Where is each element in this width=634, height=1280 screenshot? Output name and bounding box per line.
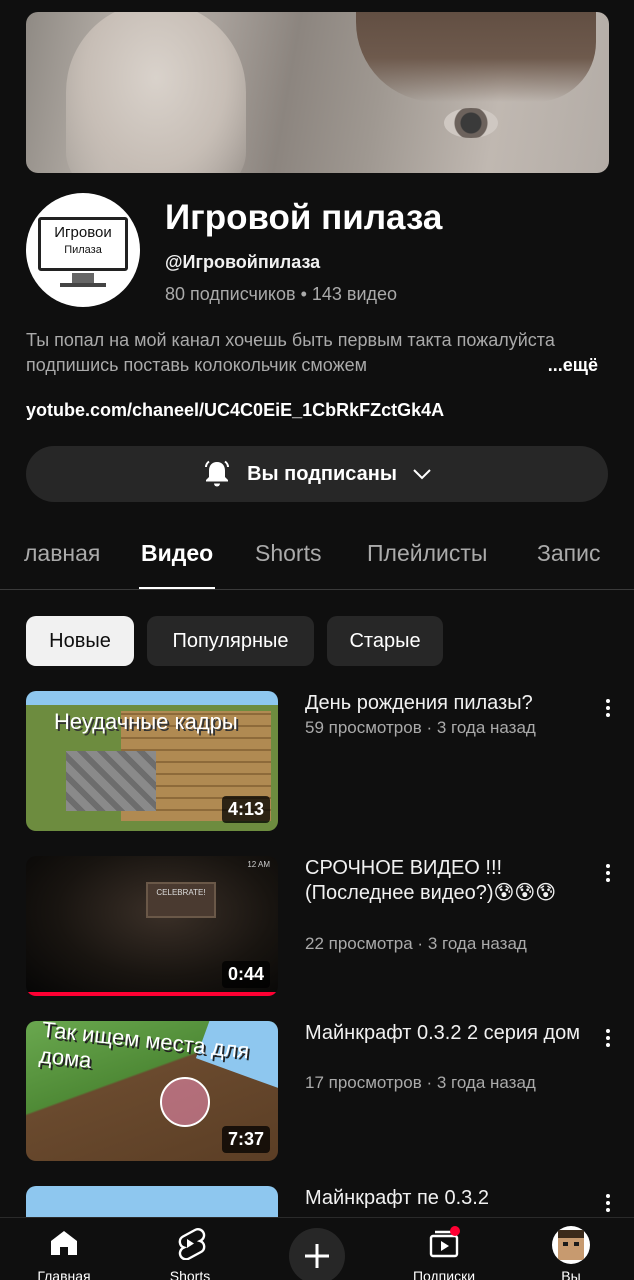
avatar-base — [60, 283, 106, 287]
video-title[interactable]: День рождения пилазы? — [305, 691, 585, 716]
more-vert-icon[interactable] — [600, 862, 616, 886]
video-duration: 7:37 — [221, 1126, 270, 1153]
tab-underline — [139, 587, 215, 589]
tab-home[interactable]: лавная — [24, 540, 100, 567]
channel-stats: 80 подписчиков • 143 видео — [165, 284, 398, 304]
video-duration: 4:13 — [221, 796, 270, 823]
video-title[interactable]: Майнкрафт 0.3.2 2 серия дом — [305, 1021, 585, 1046]
banner-hair — [356, 12, 596, 102]
bottom-nav: Главная Shorts Подписки Вы — [0, 1217, 634, 1280]
banner-eye — [444, 108, 498, 138]
avatar-text-1: Игровои — [54, 224, 112, 241]
avatar-monitor: Игровои Пилаза — [38, 217, 128, 271]
avatar-eye — [574, 1242, 579, 1246]
more-vert-icon[interactable] — [600, 1192, 616, 1216]
shorts-icon — [178, 1228, 206, 1260]
more-vert-icon[interactable] — [600, 1027, 616, 1051]
nav-shorts-label: Shorts — [169, 1268, 211, 1280]
more-vert-icon[interactable] — [600, 697, 616, 721]
thumb-sign: CELEBRATE! — [146, 882, 216, 918]
tab-posts[interactable]: Запис — [537, 540, 601, 567]
nav-home-label: Главная — [37, 1268, 91, 1280]
video-meta: 17 просмотров · 3 года назад — [305, 1073, 536, 1092]
video-title[interactable]: Майнкрафт пе 0.3.2 — [305, 1186, 585, 1211]
chip-newest[interactable]: Новые — [26, 616, 134, 666]
channel-description[interactable]: Ты попал на мой канал хочешь быть первым… — [26, 328, 606, 378]
channel-link[interactable]: yotube.com/chaneel/UC4C0EiE_1CbRkFZctGk4… — [26, 400, 444, 421]
avatar-eye — [563, 1242, 568, 1246]
avatar-hair — [558, 1230, 584, 1238]
chevron-down-icon — [413, 469, 431, 480]
channel-avatar[interactable]: Игровои Пилаза — [26, 193, 140, 307]
nav-subscriptions[interactable]: Подписки — [394, 1218, 494, 1280]
channel-banner[interactable] — [26, 12, 609, 173]
avatar-text-2: Пилаза — [64, 244, 102, 256]
video-meta: 59 просмотров · 3 года назад — [305, 718, 536, 737]
video-duration: 0:44 — [221, 961, 270, 988]
channel-tabs: лавная Видео Shorts Плейлисты Запис — [0, 530, 634, 590]
channel-handle: @Игровойпилаза — [165, 252, 321, 272]
more-link[interactable]: ...ещё — [527, 353, 598, 378]
video-meta: 22 просмотра · 3 года назад — [305, 934, 527, 953]
channel-name: Игровой пилаза — [165, 198, 443, 237]
subscribed-label: Вы подписаны — [247, 462, 397, 485]
home-icon — [51, 1231, 77, 1255]
thumb-stone — [66, 751, 156, 811]
tab-videos[interactable]: Видео — [141, 540, 213, 567]
create-button[interactable] — [289, 1228, 345, 1280]
nav-subscriptions-label: Подписки — [412, 1268, 476, 1280]
chip-oldest[interactable]: Старые — [327, 616, 443, 666]
video-thumbnail[interactable]: CELEBRATE! 12 AM 0:44 — [26, 856, 278, 996]
tab-shorts[interactable]: Shorts — [255, 540, 321, 567]
bell-icon — [205, 460, 230, 487]
thumb-joystick — [160, 1077, 210, 1127]
nav-shorts[interactable]: Shorts — [140, 1218, 240, 1280]
avatar-stand — [72, 273, 94, 283]
watch-progress-bar — [26, 992, 278, 996]
you-avatar[interactable] — [552, 1226, 590, 1264]
nav-home[interactable]: Главная — [14, 1218, 114, 1280]
video-thumbnail[interactable]: Так ищем места для дома 7:37 — [26, 1021, 278, 1161]
thumb-caption: Неудачные кадры — [54, 709, 238, 734]
plus-icon — [305, 1244, 329, 1268]
chip-popular[interactable]: Популярные — [147, 616, 314, 666]
subscriptions-icon — [429, 1226, 460, 1258]
nav-you-label: Вы — [561, 1268, 581, 1280]
tab-playlists[interactable]: Плейлисты — [367, 540, 487, 567]
description-text: Ты попал на мой канал хочешь быть первым… — [26, 330, 555, 375]
thumb-hud: 12 AM — [247, 860, 270, 869]
video-title[interactable]: СРОЧНОЕ ВИДЕО !!! (Последнее видео?)😰😰😰 — [305, 856, 585, 906]
subscribed-button[interactable]: Вы подписаны — [26, 446, 608, 502]
banner-hand — [66, 12, 246, 173]
video-thumbnail[interactable]: Неудачные кадры 4:13 — [26, 691, 278, 831]
